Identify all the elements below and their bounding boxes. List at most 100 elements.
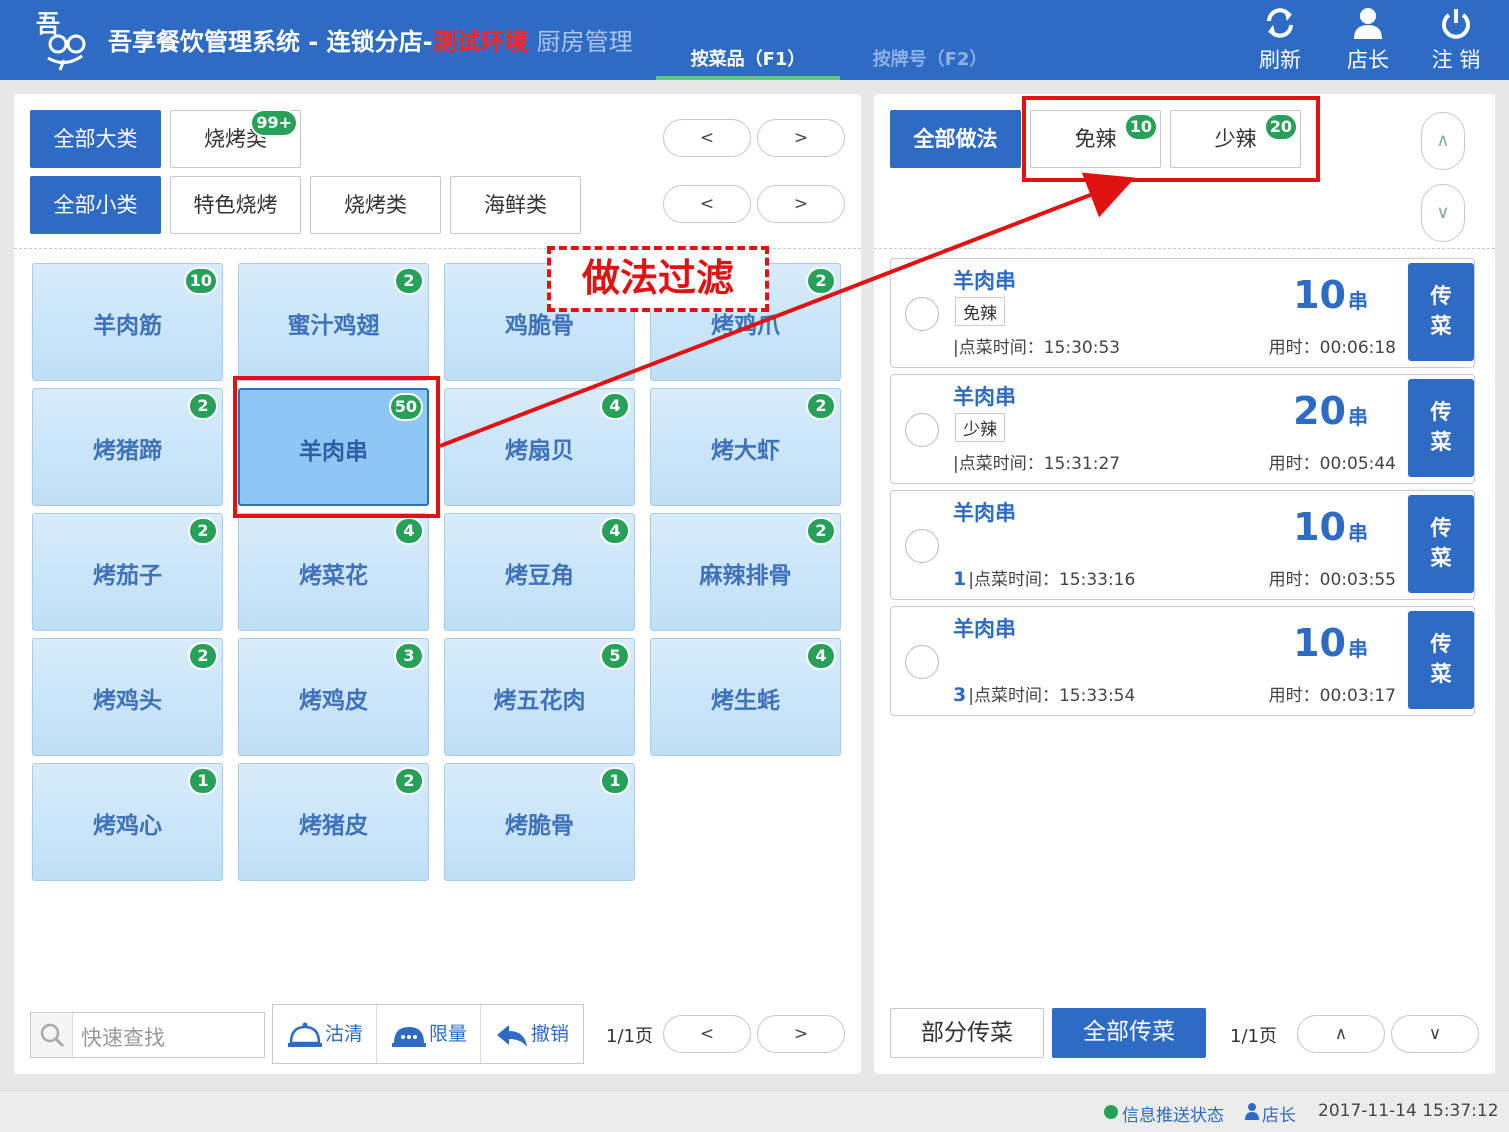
order-qty-unit: 串 [1348, 289, 1368, 313]
order-elapsed: 用时：00:06:18 [1268, 338, 1396, 358]
refresh-icon [1267, 8, 1293, 38]
order-elapsed: 用时：00:03:55 [1268, 570, 1396, 590]
sold-out-button[interactable]: 沽清 [287, 1005, 363, 1063]
serve-button[interactable]: 传菜 [1408, 495, 1474, 593]
small-category-next-button[interactable]: > [757, 185, 845, 223]
small-category-prev-button[interactable]: < [663, 185, 751, 223]
dish-next-page-button[interactable]: > [757, 1015, 845, 1053]
order-qty-unit: 串 [1348, 521, 1368, 545]
order-select-radio[interactable] [905, 297, 939, 331]
order-select-radio[interactable] [905, 645, 939, 679]
order-select-radio[interactable] [905, 413, 939, 447]
logout-button[interactable]: 注 销 [1416, 6, 1496, 74]
big-category-all[interactable]: 全部大类 [30, 110, 161, 168]
scroll-down-button[interactable]: ∨ [1421, 184, 1465, 242]
dish-tile[interactable]: 烤扇贝 4 [444, 388, 635, 506]
limit-button[interactable]: 限量 [391, 1005, 467, 1063]
order-qty-number: 20 [1293, 389, 1346, 433]
divider [874, 248, 1495, 249]
order-quantity: 10 串 [1293, 273, 1368, 317]
dish-prev-page-button[interactable]: < [663, 1015, 751, 1053]
search-input[interactable]: 快速查找 [81, 1022, 165, 1052]
order-dish-name: 羊肉串 [953, 385, 1016, 409]
dish-tile[interactable]: 蜜汁鸡翅 2 [238, 263, 429, 381]
method-all[interactable]: 全部做法 [890, 110, 1021, 168]
order-dish-name: 羊肉串 [953, 269, 1016, 293]
dish-panel: 全部大类 烧烤类 99+ < > 全部小类 特色烧烤 烧烤类 海鲜类 < > 羊… [14, 94, 861, 1074]
order-time-label: |点菜时间：15:30:53 [953, 338, 1121, 358]
dish-name: 烤豆角 [505, 563, 574, 589]
refresh-button[interactable]: 刷新 [1240, 6, 1320, 74]
order-row: 羊肉串 少辣 |点菜时间：15:31:27 20 串用时：00:05:44 传菜 [890, 374, 1475, 484]
refresh-label: 刷新 [1259, 48, 1301, 72]
dish-count-badge: 1 [600, 767, 630, 795]
order-panel: 全部做法 免辣 10 少辣 20 ∧ ∨ 羊肉串 免辣 |点菜时间：15:30:53… [874, 94, 1495, 1074]
order-time: 1 |点菜时间：15:33:16 [953, 565, 1135, 590]
dish-tile[interactable]: 烤鸡皮 3 [238, 638, 429, 756]
order-time: 3 |点菜时间：15:33:54 [953, 681, 1135, 706]
dish-tile[interactable]: 烤茄子 2 [32, 513, 223, 631]
serve-button[interactable]: 传菜 [1408, 263, 1474, 361]
order-row: 羊肉串 免辣 |点菜时间：15:30:53 10 串用时：00:06:18 传菜 [890, 258, 1475, 368]
dish-tile[interactable]: 烤猪皮 2 [238, 763, 429, 881]
dish-count-badge: 4 [394, 517, 424, 545]
dish-name: 烤扇贝 [505, 438, 574, 464]
undo-button[interactable]: 撤销 [495, 1005, 569, 1063]
dish-tile[interactable]: 烤鸡心 1 [32, 763, 223, 881]
search-box[interactable]: 快速查找 [30, 1012, 265, 1058]
big-category-bbq[interactable]: 烧烤类 99+ [170, 109, 301, 168]
order-qty-number: 10 [1293, 505, 1346, 549]
order-quantity: 10 串 [1293, 505, 1368, 549]
small-category-seafood[interactable]: 海鲜类 [450, 176, 581, 234]
order-time: |点菜时间：15:30:53 [953, 333, 1120, 358]
dish-tile[interactable]: 麻辣排骨 2 [650, 513, 841, 631]
status-datetime: 2017-11-14 15:37:12 [1318, 1101, 1499, 1121]
order-elapsed: 用时：00:05:44 [1268, 454, 1396, 474]
bell-icon [288, 1022, 322, 1047]
dish-name: 烤生蚝 [711, 688, 780, 714]
small-category-all[interactable]: 全部小类 [30, 176, 161, 234]
partial-serve-button[interactable]: 部分传菜 [890, 1008, 1044, 1058]
small-category-special[interactable]: 特色烧烤 [170, 176, 301, 234]
dish-count-badge: 2 [394, 767, 424, 795]
serve-button[interactable]: 传菜 [1408, 379, 1474, 477]
order-select-radio[interactable] [905, 529, 939, 563]
dish-tile[interactable]: 烤生蚝 4 [650, 638, 841, 756]
order-elapsed: 用时：00:03:17 [1268, 686, 1396, 706]
order-qty-unit: 串 [1348, 637, 1368, 661]
dish-count-badge: 2 [806, 267, 836, 295]
dish-tile[interactable]: 羊肉筋 10 [32, 263, 223, 381]
dish-name: 烤鸡心 [93, 813, 162, 839]
order-dish-name: 羊肉串 [953, 617, 1016, 641]
dish-tile[interactable]: 烤脆骨 1 [444, 763, 635, 881]
order-time: |点菜时间：15:31:27 [953, 449, 1120, 474]
dish-tile[interactable]: 烤鸡头 2 [32, 638, 223, 756]
dish-count-badge: 4 [600, 517, 630, 545]
scroll-up-button[interactable]: ∧ [1421, 112, 1465, 170]
order-next-page-button[interactable]: ∨ [1391, 1015, 1479, 1053]
dish-name: 烤鸡头 [93, 688, 162, 714]
order-prev-page-button[interactable]: ∧ [1297, 1015, 1385, 1053]
big-category-next-button[interactable]: > [757, 119, 845, 157]
dish-count-badge: 2 [394, 267, 424, 295]
small-category-bbq[interactable]: 烧烤类 [310, 176, 441, 234]
toolbar-separator [480, 1005, 481, 1063]
order-row: 羊肉串 1 |点菜时间：15:33:16 10 串用时：00:03:55 传菜 [890, 490, 1475, 600]
order-qty-number: 10 [1293, 621, 1346, 665]
dish-tile[interactable]: 烤五花肉 5 [444, 638, 635, 756]
dish-tile[interactable]: 烤豆角 4 [444, 513, 635, 631]
dish-tile[interactable]: 烤猪蹄 2 [32, 388, 223, 506]
dish-name: 烤鸡皮 [299, 688, 368, 714]
tab-by-table[interactable]: 按牌号（F2） [840, 42, 1020, 80]
user-icon [1245, 1103, 1259, 1120]
all-serve-button[interactable]: 全部传菜 [1052, 1008, 1206, 1058]
dish-count-badge: 2 [806, 517, 836, 545]
title-main: 吾享餐饮管理系统 - 连锁分店- [108, 28, 433, 56]
app-title: 吾享餐饮管理系统 - 连锁分店-测试环境 厨房管理 [108, 22, 633, 57]
dish-tile[interactable]: 烤大虾 2 [650, 388, 841, 506]
dish-tile[interactable]: 烤菜花 4 [238, 513, 429, 631]
big-category-prev-button[interactable]: < [663, 119, 751, 157]
manager-button[interactable]: 店长 [1328, 6, 1408, 74]
serve-button[interactable]: 传菜 [1408, 611, 1474, 709]
tab-by-dish[interactable]: 按菜品（F1） [656, 42, 840, 80]
